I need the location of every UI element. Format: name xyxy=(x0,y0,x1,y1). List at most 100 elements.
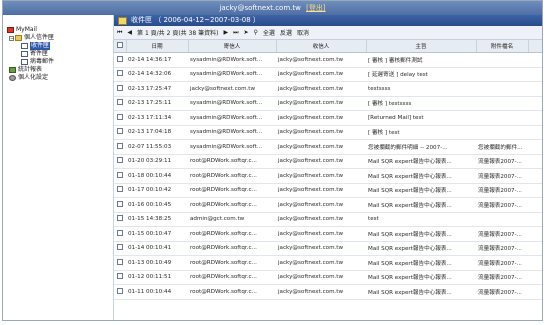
row-checkbox[interactable] xyxy=(114,212,126,227)
subject-cell: Mail SQR expert報告中心報表... xyxy=(366,226,476,242)
collapse-icon[interactable]: − xyxy=(9,35,14,41)
recipient-cell: jacky@softnext.com.tw xyxy=(276,284,366,300)
table-row[interactable]: 01-17 00:10:42 root@RDWork.softqr.c... jac… xyxy=(114,183,542,198)
column-attachment[interactable]: 附件檔名 xyxy=(476,40,529,53)
subject-cell: Mail SQR expert報告中心報表... xyxy=(366,197,476,213)
pager-toolbar: ⏮ ◀ 第 1 頁/共 2 頁(共 38 筆資料) ▶ ⏭ ➤ ⚲ 全選 反選 … xyxy=(114,26,542,40)
recipient-cell: jacky@softnext.com.tw xyxy=(276,168,366,184)
prev-page-icon[interactable]: ◀ xyxy=(127,29,132,36)
sidebar-item-outbox[interactable]: 寄件匣 xyxy=(3,50,113,58)
table-row[interactable]: 01-13 00:10:49 root@RDWork.softqr.c... jac… xyxy=(114,255,542,271)
recipient-cell: jacky@softnext.com.tw xyxy=(276,226,366,242)
top-bar: jacky@softnext.com.tw [登出] xyxy=(3,1,542,15)
subject-cell: [ 審核 ] testssss xyxy=(366,96,476,111)
next-page-icon[interactable]: ▶ xyxy=(223,29,228,36)
row-checkbox[interactable] xyxy=(114,284,126,300)
recipient-cell: jacky@softnext.com.tw xyxy=(276,125,366,140)
table-row[interactable]: 02-13 17:25:47 jacky@softnext.com.tw jacky… xyxy=(114,81,542,97)
attachment-cell xyxy=(476,212,528,227)
sender-cell: root@RDWork.softqr.c... xyxy=(188,154,276,169)
extra-cell xyxy=(528,284,542,300)
sidebar-item-virus-mail[interactable]: 病毒郵件 xyxy=(3,58,113,66)
row-checkbox[interactable] xyxy=(114,255,126,271)
row-checkbox[interactable] xyxy=(114,67,126,82)
sidebar-item-personal-folders[interactable]: − 個人信件匣 xyxy=(3,34,113,42)
table-row[interactable]: 01-18 00:10:44 root@RDWork.softqr.c... jac… xyxy=(114,168,542,184)
row-checkbox[interactable] xyxy=(114,96,126,111)
sender-cell: sysadmin@RDWork.soft... xyxy=(188,96,276,111)
row-checkbox[interactable] xyxy=(114,183,126,198)
search-icon[interactable]: ⚲ xyxy=(254,29,258,36)
sender-cell: root@RDWork.softqr.c... xyxy=(188,270,276,285)
table-row[interactable]: 01-15 14:38:25 admin@gct.com.tw jacky@soft… xyxy=(114,212,542,227)
logout-link[interactable]: [登出] xyxy=(306,4,325,12)
row-checkbox[interactable] xyxy=(114,52,126,68)
select-all-button[interactable]: 全選 xyxy=(263,28,275,37)
row-checkbox[interactable] xyxy=(114,81,126,97)
sidebar-item-reports[interactable]: 統計報表 xyxy=(3,66,113,74)
row-checkbox[interactable] xyxy=(114,154,126,169)
invert-selection-button[interactable]: 反選 xyxy=(280,28,292,37)
sidebar-item-label: 收件匣 xyxy=(30,42,51,50)
table-row[interactable]: 02-13 17:25:11 sysadmin@RDWork.soft... jac… xyxy=(114,96,542,111)
tree-root[interactable]: MyMail xyxy=(3,26,113,34)
row-checkbox[interactable] xyxy=(114,139,126,155)
subject-cell: Mail SQR expert報告中心報表... xyxy=(366,284,476,300)
select-all-checkbox[interactable] xyxy=(114,40,127,53)
app-window: jacky@softnext.com.tw [登出] MyMail − 個人信件… xyxy=(2,0,543,321)
date-cell: 02-13 17:04:18 xyxy=(126,125,188,140)
row-checkbox[interactable] xyxy=(114,110,126,126)
table-row[interactable]: 01-20 03:29:11 root@RDWork.softqr.c... jac… xyxy=(114,154,542,169)
cancel-selection-button[interactable]: 取消 xyxy=(297,28,309,37)
date-cell: 01-20 03:29:11 xyxy=(126,154,188,169)
table-row[interactable]: 01-16 00:10:45 root@RDWork.softqr.c... jac… xyxy=(114,197,542,213)
sender-cell: sysadmin@RDWork.soft... xyxy=(188,110,276,126)
table-row[interactable]: 02-13 17:11:34 sysadmin@RDWork.soft... jac… xyxy=(114,110,542,126)
extra-cell xyxy=(528,270,542,285)
sidebar-item-label: 病毒郵件 xyxy=(30,58,55,65)
attachment-cell: 流量報表2007-... xyxy=(476,168,528,184)
pointer-icon[interactable]: ➤ xyxy=(243,29,248,36)
subject-cell: Mail SQR expert報告中心報表... xyxy=(366,154,476,169)
extra-cell xyxy=(528,52,542,68)
column-subject[interactable]: 主旨 xyxy=(366,40,477,53)
date-cell: 01-17 00:10:42 xyxy=(126,183,188,198)
sender-cell: sysadmin@RDWork.soft... xyxy=(188,52,276,68)
row-checkbox[interactable] xyxy=(114,125,126,140)
last-page-icon[interactable]: ⏭ xyxy=(233,29,238,37)
sidebar: MyMail − 個人信件匣 收件匣 寄件匣 病毒郵件 統計報表 個人化設定 xyxy=(3,15,114,320)
row-checkbox[interactable] xyxy=(114,241,126,256)
date-cell: 01-15 14:38:25 xyxy=(126,212,188,227)
row-checkbox[interactable] xyxy=(114,270,126,285)
table-row[interactable]: 02-13 17:04:18 sysadmin@RDWork.soft... jac… xyxy=(114,125,542,140)
table-row[interactable]: 02-07 11:55:03 sysadmin@RDWork.soft... jac… xyxy=(114,139,542,155)
column-date[interactable]: 日期 xyxy=(126,40,189,53)
sidebar-item-inbox[interactable]: 收件匣 xyxy=(3,42,113,50)
date-cell: 02-14 14:36:17 xyxy=(126,52,188,68)
table-row[interactable]: 01-12 00:11:51 root@RDWork.softqr.c... jac… xyxy=(114,270,542,285)
row-checkbox[interactable] xyxy=(114,168,126,184)
subject-cell: Mail SQR expert報告中心報表... xyxy=(366,270,476,285)
table-row[interactable]: 02-14 14:36:17 sysadmin@RDWork.soft... jac… xyxy=(114,52,542,68)
extra-cell xyxy=(528,197,542,213)
row-checkbox[interactable] xyxy=(114,197,126,213)
date-cell: 01-11 00:10:44 xyxy=(126,284,188,300)
attachment-cell: 流量報表2007-... xyxy=(476,270,528,285)
row-checkbox[interactable] xyxy=(114,226,126,242)
table-row[interactable]: 01-15 00:10:47 root@RDWork.softqr.c... jac… xyxy=(114,226,542,242)
table-row[interactable]: 01-14 00:10:41 root@RDWork.softqr.c... jac… xyxy=(114,241,542,256)
mymail-icon xyxy=(7,27,14,33)
table-row[interactable]: 02-14 14:32:06 sysadmin@RDWork.soft... jac… xyxy=(114,67,542,82)
folder-icon xyxy=(118,16,127,25)
column-extra xyxy=(528,40,542,53)
sidebar-item-settings[interactable]: 個人化設定 xyxy=(3,74,113,82)
subject-cell: [ 審核 ] test xyxy=(366,125,476,140)
date-cell: 01-15 00:10:47 xyxy=(126,226,188,242)
table-row[interactable]: 01-11 00:10:44 root@RDWork.softqr.c... jac… xyxy=(114,284,542,300)
date-cell: 02-13 17:25:11 xyxy=(126,96,188,111)
recipient-cell: jacky@softnext.com.tw xyxy=(276,197,366,213)
column-recipient[interactable]: 收信人 xyxy=(276,40,367,53)
first-page-icon[interactable]: ⏮ xyxy=(117,29,122,37)
attachment-cell: 流量報表2007-... xyxy=(476,226,528,242)
column-sender[interactable]: 寄信人 xyxy=(188,40,277,53)
